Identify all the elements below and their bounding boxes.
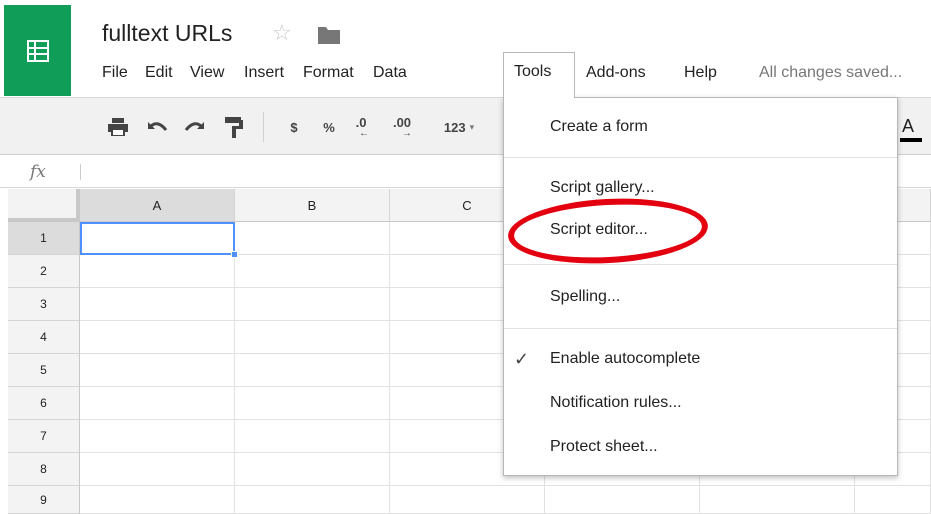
- menu-item-label: Notification rules...: [550, 394, 682, 411]
- folder-icon[interactable]: [318, 27, 340, 44]
- redo-icon[interactable]: [183, 116, 207, 138]
- paint-format-icon[interactable]: [222, 116, 246, 138]
- menu-item-script-gallery[interactable]: Script gallery...: [504, 169, 897, 209]
- more-formats-button[interactable]: 123 ▾: [435, 116, 483, 138]
- menu-item-label: Create a form: [550, 118, 648, 135]
- row-header[interactable]: 3: [8, 288, 80, 321]
- grid-cell[interactable]: [700, 486, 855, 514]
- grid-cell[interactable]: [235, 288, 390, 321]
- menu-insert[interactable]: Insert: [244, 64, 284, 82]
- menu-addons[interactable]: Add-ons: [586, 64, 646, 82]
- decrease-decimals-button[interactable]: .0 ←: [346, 114, 376, 139]
- grid-cell[interactable]: [235, 420, 390, 453]
- row-header[interactable]: 5: [8, 354, 80, 387]
- column-header-b[interactable]: B: [235, 189, 390, 222]
- row-header[interactable]: 7: [8, 420, 80, 453]
- menu-item-label: Enable autocomplete: [550, 350, 701, 367]
- formula-divider: [80, 164, 81, 180]
- chevron-down-icon: ▾: [469, 121, 475, 132]
- undo-icon[interactable]: [145, 116, 169, 138]
- text-color-label: A: [902, 116, 915, 136]
- grid-cell[interactable]: [235, 255, 390, 288]
- more-formats-label: 123: [443, 119, 466, 135]
- document-title[interactable]: fulltext URLs: [102, 20, 232, 47]
- menu-separator: [504, 328, 897, 329]
- menubar: File Edit View Insert Format Data Add-on…: [0, 58, 931, 96]
- grid-cell[interactable]: [80, 453, 235, 486]
- row-header[interactable]: 2: [8, 255, 80, 288]
- text-color-swatch: [900, 138, 922, 142]
- grid-cell[interactable]: [235, 222, 390, 255]
- menu-edit[interactable]: Edit: [145, 64, 173, 82]
- fx-icon: fx: [30, 162, 46, 182]
- menu-item-enable-autocomplete[interactable]: ✓ Enable autocomplete: [504, 340, 897, 380]
- grid-cell[interactable]: [545, 486, 700, 514]
- increase-decimals-button[interactable]: .00 →: [384, 114, 420, 139]
- grid-cell[interactable]: [235, 387, 390, 420]
- decrease-decimals-label: .0: [355, 114, 367, 130]
- menu-tools[interactable]: Tools: [503, 52, 575, 98]
- grid-cell[interactable]: [235, 486, 390, 514]
- grid-cell[interactable]: [235, 354, 390, 387]
- menu-item-label: Spelling...: [550, 288, 621, 305]
- menu-data[interactable]: Data: [373, 64, 407, 82]
- active-cell[interactable]: [80, 222, 238, 258]
- menu-item-spelling[interactable]: Spelling...: [504, 278, 897, 318]
- toolbar-divider: [263, 112, 264, 142]
- arrow-right-icon: →: [402, 127, 412, 139]
- star-icon[interactable]: ☆: [272, 22, 292, 44]
- increase-decimals-label: .00: [392, 114, 412, 130]
- menu-item-notification-rules[interactable]: Notification rules...: [504, 384, 897, 424]
- checkmark-icon: ✓: [514, 349, 530, 369]
- arrow-left-icon: ←: [359, 127, 369, 139]
- fill-handle[interactable]: [231, 251, 238, 258]
- tools-menu: Create a form Script gallery... Script e…: [503, 97, 898, 476]
- grid-cell[interactable]: [80, 387, 235, 420]
- grid-cell[interactable]: [80, 288, 235, 321]
- row-header[interactable]: 1: [8, 222, 80, 255]
- grid-cell[interactable]: [80, 420, 235, 453]
- print-icon[interactable]: [106, 116, 130, 138]
- row-header[interactable]: 8: [8, 453, 80, 486]
- menu-tools-label: Tools: [514, 63, 552, 80]
- grid-cell[interactable]: [235, 453, 390, 486]
- menu-format[interactable]: Format: [303, 64, 354, 82]
- grid-cell[interactable]: [80, 486, 235, 514]
- grid-cell[interactable]: [80, 354, 235, 387]
- select-all-corner[interactable]: [8, 189, 80, 222]
- column-header-a[interactable]: A: [80, 189, 235, 222]
- row-header[interactable]: 9: [8, 486, 80, 514]
- row-header[interactable]: 6: [8, 387, 80, 420]
- grid-cell[interactable]: [80, 255, 235, 288]
- grid-cell[interactable]: [855, 486, 931, 514]
- save-status: All changes saved...: [759, 64, 903, 81]
- percent-format-button[interactable]: %: [318, 116, 340, 138]
- menu-help[interactable]: Help: [684, 64, 717, 82]
- currency-format-button[interactable]: $: [284, 116, 304, 138]
- menu-view[interactable]: View: [190, 64, 224, 82]
- grid-cell[interactable]: [390, 486, 545, 514]
- menu-item-label: Script gallery...: [550, 179, 655, 196]
- menu-file[interactable]: File: [102, 64, 128, 82]
- menu-item-create-form[interactable]: Create a form: [504, 108, 897, 148]
- row-header[interactable]: 4: [8, 321, 80, 354]
- menu-item-protect-sheet[interactable]: Protect sheet...: [504, 428, 897, 468]
- menu-separator: [504, 264, 897, 265]
- grid-cell[interactable]: [235, 321, 390, 354]
- grid-cell[interactable]: [80, 321, 235, 354]
- menu-separator: [504, 157, 897, 158]
- menu-item-label: Protect sheet...: [550, 438, 658, 455]
